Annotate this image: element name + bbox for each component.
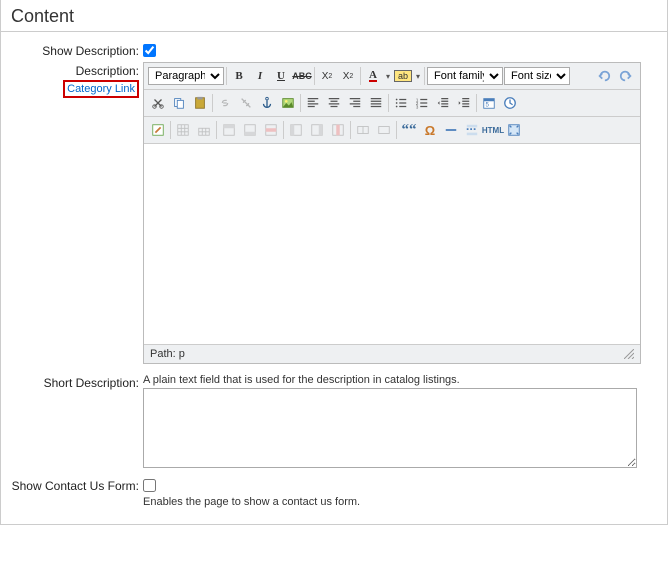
align-right-icon[interactable] — [345, 93, 365, 113]
align-center-icon[interactable] — [324, 93, 344, 113]
delete-row-icon[interactable] — [261, 120, 281, 140]
fullscreen-icon[interactable] — [504, 120, 524, 140]
redo-button[interactable] — [616, 66, 636, 86]
number-list-icon[interactable]: 123 — [412, 93, 432, 113]
font-color-button[interactable]: A — [363, 66, 383, 86]
superscript-button[interactable]: X2 — [338, 66, 358, 86]
category-link[interactable]: Category Link — [63, 80, 139, 98]
align-left-icon[interactable] — [303, 93, 323, 113]
paste-icon[interactable] — [190, 93, 210, 113]
col-after-icon[interactable] — [307, 120, 327, 140]
bold-button[interactable]: B — [229, 66, 249, 86]
show-contact-checkbox[interactable] — [143, 479, 156, 492]
strikethrough-button[interactable]: ABC — [292, 66, 312, 86]
html-button[interactable]: HTML — [483, 120, 503, 140]
insert-date-icon[interactable]: 5 — [479, 93, 499, 113]
copy-icon[interactable] — [169, 93, 189, 113]
section-heading: Content — [1, 0, 667, 32]
svg-text:5: 5 — [486, 102, 490, 109]
show-description-checkbox[interactable] — [143, 44, 156, 57]
short-description-help: A plain text field that is used for the … — [143, 374, 657, 386]
paragraph-select[interactable]: Paragraph — [148, 67, 224, 85]
col-before-icon[interactable] — [286, 120, 306, 140]
undo-button[interactable] — [594, 66, 614, 86]
link-icon[interactable] — [215, 93, 235, 113]
anchor-icon[interactable] — [257, 93, 277, 113]
font-size-select[interactable]: Font size — [504, 67, 570, 85]
show-contact-label: Show Contact Us Form: — [1, 477, 141, 493]
align-justify-icon[interactable] — [366, 93, 386, 113]
short-description-label: Short Description: — [1, 374, 141, 390]
unlink-icon[interactable] — [236, 93, 256, 113]
font-family-select[interactable]: Font family — [427, 67, 503, 85]
blockquote-icon[interactable]: ““ — [399, 120, 419, 140]
show-description-label: Show Description: — [1, 42, 141, 58]
font-color-dropdown-icon[interactable]: ▾ — [384, 72, 392, 81]
resize-handle-icon[interactable] — [624, 349, 634, 359]
svg-text:3: 3 — [416, 104, 419, 109]
cut-icon[interactable] — [148, 93, 168, 113]
background-color-dropdown-icon[interactable]: ▾ — [414, 72, 422, 81]
description-label: Description: — [76, 64, 139, 78]
row-after-icon[interactable] — [240, 120, 260, 140]
contact-help-text: Enables the page to show a contact us fo… — [143, 496, 657, 508]
insert-time-icon[interactable] — [500, 93, 520, 113]
edit-icon[interactable] — [148, 120, 168, 140]
table-row-before-icon[interactable] — [194, 120, 214, 140]
background-color-button[interactable]: ab — [393, 66, 413, 86]
subscript-button[interactable]: X2 — [317, 66, 337, 86]
table-icon[interactable] — [173, 120, 193, 140]
image-icon[interactable] — [278, 93, 298, 113]
editor-body[interactable] — [144, 144, 640, 344]
pagebreak-icon[interactable] — [462, 120, 482, 140]
hr-icon[interactable] — [441, 120, 461, 140]
italic-button[interactable]: I — [250, 66, 270, 86]
split-cells-icon[interactable] — [353, 120, 373, 140]
merge-cells-icon[interactable] — [374, 120, 394, 140]
row-before-icon[interactable] — [219, 120, 239, 140]
bullet-list-icon[interactable] — [391, 93, 411, 113]
short-description-textarea[interactable] — [143, 388, 637, 468]
rich-text-editor: Paragraph B I U ABC X2 X2 A ▾ ab ▾ — [143, 62, 641, 364]
delete-col-icon[interactable] — [328, 120, 348, 140]
underline-button[interactable]: U — [271, 66, 291, 86]
editor-path: Path: p — [150, 348, 185, 360]
special-char-icon[interactable]: Ω — [420, 120, 440, 140]
indent-icon[interactable] — [454, 93, 474, 113]
outdent-icon[interactable] — [433, 93, 453, 113]
